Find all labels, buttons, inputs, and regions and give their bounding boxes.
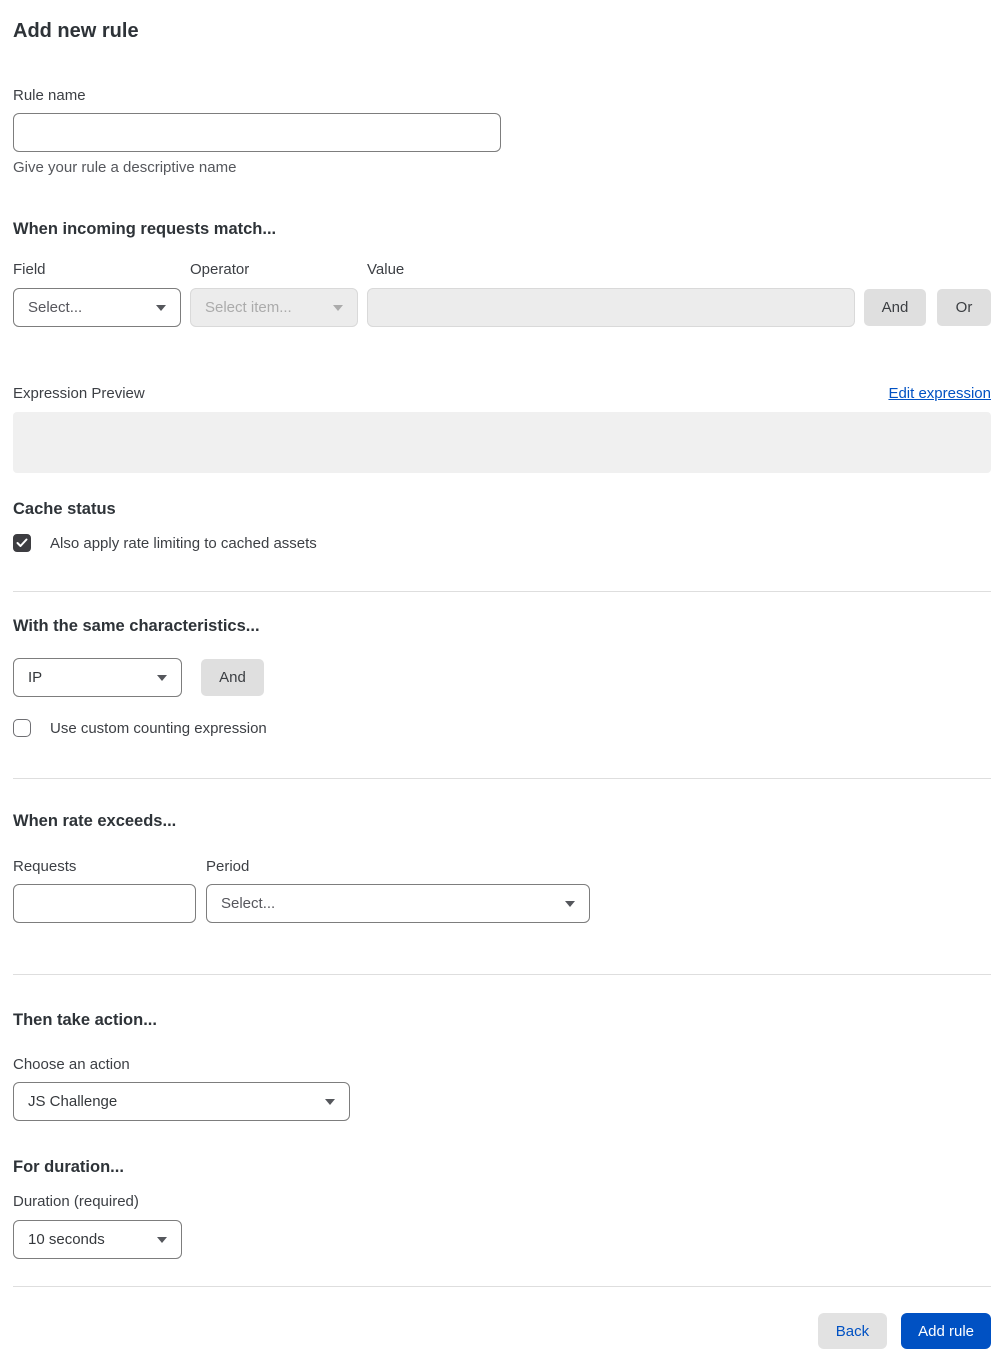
- duration-label: Duration (required): [13, 1193, 139, 1210]
- section-divider: [13, 974, 991, 975]
- and-button[interactable]: And: [864, 289, 926, 326]
- chevron-down-icon: [325, 1098, 335, 1105]
- choose-action-label: Choose an action: [13, 1056, 130, 1073]
- requests-input[interactable]: [13, 884, 196, 923]
- chevron-down-icon: [565, 900, 575, 907]
- edit-expression-link[interactable]: Edit expression: [888, 385, 991, 402]
- cache-checkbox-row: Also apply rate limiting to cached asset…: [13, 534, 991, 552]
- period-label: Period: [206, 858, 250, 875]
- expression-preview-label: Expression Preview: [13, 385, 145, 402]
- chevron-down-icon: [156, 304, 166, 311]
- period-select[interactable]: Select...: [206, 884, 590, 923]
- rule-name-label: Rule name: [13, 87, 86, 104]
- action-select-value: JS Challenge: [28, 1093, 118, 1110]
- chevron-down-icon: [157, 1236, 167, 1243]
- characteristics-select[interactable]: IP: [13, 658, 182, 697]
- counting-expression-row: Use custom counting expression: [13, 719, 991, 737]
- footer-actions: Back Add rule: [13, 1313, 991, 1349]
- back-button[interactable]: Back: [817, 1313, 888, 1349]
- characteristics-and-button[interactable]: And: [201, 659, 264, 696]
- custom-counting-checkbox[interactable]: [13, 719, 31, 737]
- characteristics-row: IP And: [13, 658, 991, 697]
- period-select-value: Select...: [221, 895, 276, 912]
- action-heading: Then take action...: [13, 1011, 157, 1029]
- rate-heading: When rate exceeds...: [13, 812, 177, 830]
- duration-select-value: 10 seconds: [28, 1231, 105, 1248]
- section-divider: [13, 591, 991, 592]
- rule-name-helper: Give your rule a descriptive name: [13, 159, 237, 176]
- field-label: Field: [13, 261, 46, 278]
- expression-row: Expression Preview Edit expression: [13, 385, 991, 402]
- add-rule-form: Add new rule Rule name Give your rule a …: [0, 20, 1002, 1349]
- characteristics-heading: With the same characteristics...: [13, 617, 260, 635]
- add-rule-button[interactable]: Add rule: [901, 1313, 991, 1349]
- cache-status-heading: Cache status: [13, 500, 116, 518]
- requests-label: Requests: [13, 858, 77, 875]
- operator-select-value: Select item...: [205, 299, 292, 316]
- cached-assets-checkbox[interactable]: [13, 534, 31, 552]
- match-section-heading: When incoming requests match...: [13, 220, 277, 238]
- footer-divider: [13, 1286, 991, 1287]
- chevron-down-icon: [157, 674, 167, 681]
- field-select-value: Select...: [28, 299, 83, 316]
- rule-name-input[interactable]: [13, 113, 501, 152]
- match-controls-row: Select... Select item... And Or: [13, 288, 991, 327]
- page-title: Add new rule: [13, 20, 139, 42]
- field-select[interactable]: Select...: [13, 288, 181, 327]
- chevron-down-icon: [333, 304, 343, 311]
- value-label: Value: [367, 261, 405, 278]
- custom-counting-checkbox-label[interactable]: Use custom counting expression: [50, 720, 267, 737]
- characteristics-select-value: IP: [28, 669, 43, 686]
- rate-labels-row: Requests Period: [13, 858, 991, 875]
- rate-controls-row: Select...: [13, 884, 991, 923]
- check-icon: [16, 538, 28, 547]
- operator-label: Operator: [190, 261, 250, 278]
- operator-select: Select item...: [190, 288, 358, 327]
- duration-heading: For duration...: [13, 1158, 124, 1176]
- action-select[interactable]: JS Challenge: [13, 1082, 350, 1121]
- cached-assets-checkbox-label[interactable]: Also apply rate limiting to cached asset…: [50, 535, 317, 552]
- section-divider: [13, 778, 991, 779]
- expression-preview-box: [13, 412, 991, 473]
- value-input: [367, 288, 855, 327]
- duration-select[interactable]: 10 seconds: [13, 1220, 182, 1259]
- or-button[interactable]: Or: [937, 289, 991, 326]
- match-labels-row: Field Operator Value: [13, 261, 991, 278]
